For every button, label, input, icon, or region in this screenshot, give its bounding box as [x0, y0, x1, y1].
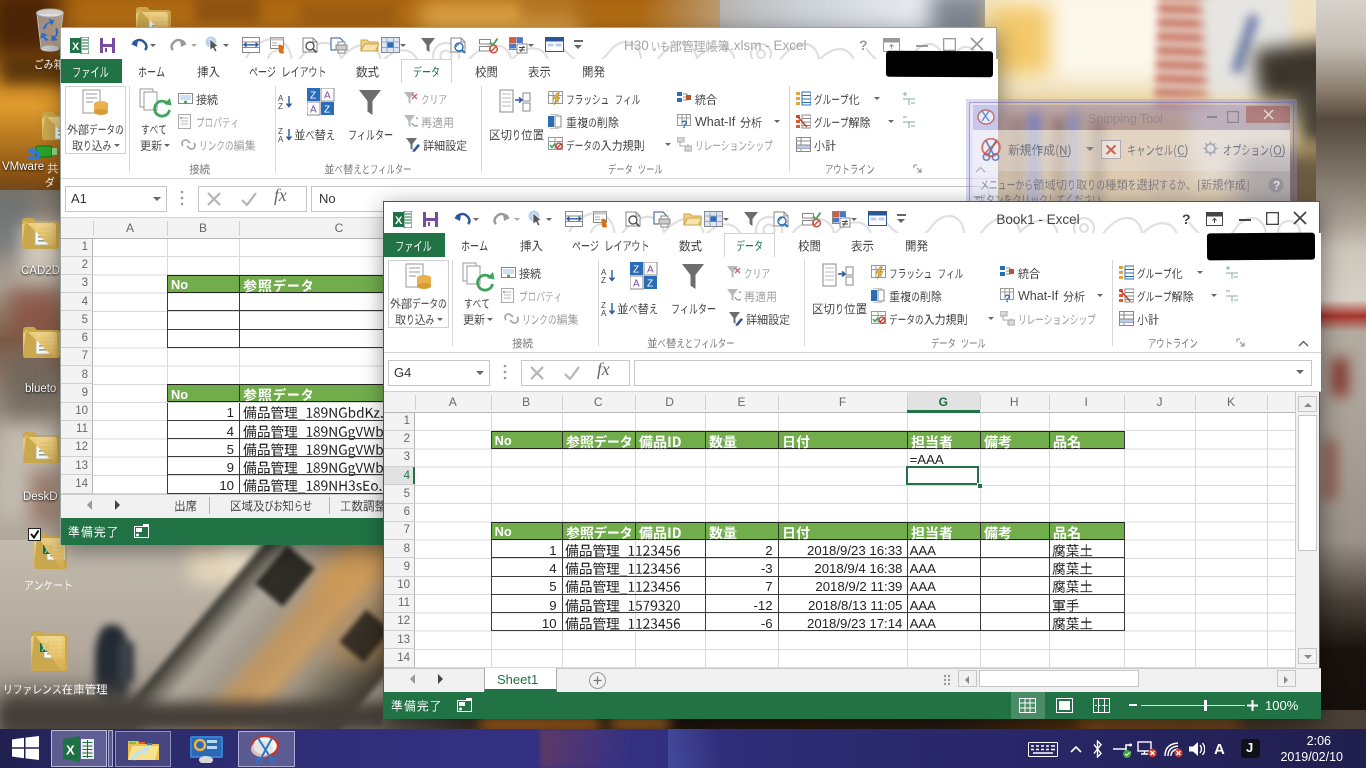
svg-text:Z: Z — [310, 91, 316, 102]
svg-text:A: A — [633, 279, 640, 290]
svg-text:?: ? — [1004, 293, 1011, 303]
svg-text:A: A — [324, 91, 331, 102]
svg-text:X: X — [72, 41, 80, 53]
svg-text:Z: Z — [633, 265, 639, 276]
svg-text:A: A — [310, 105, 317, 116]
svg-text:Z: Z — [324, 105, 330, 116]
svg-text:?: ? — [681, 119, 688, 129]
svg-text:?: ? — [1273, 179, 1280, 193]
svg-text:A: A — [647, 265, 654, 276]
svg-text:X: X — [66, 743, 75, 758]
svg-text:A: A — [278, 135, 284, 143]
svg-text:Z: Z — [601, 276, 606, 284]
svg-text:Z: Z — [647, 279, 653, 290]
svg-text:Z: Z — [278, 102, 283, 110]
svg-text:A: A — [601, 309, 607, 317]
